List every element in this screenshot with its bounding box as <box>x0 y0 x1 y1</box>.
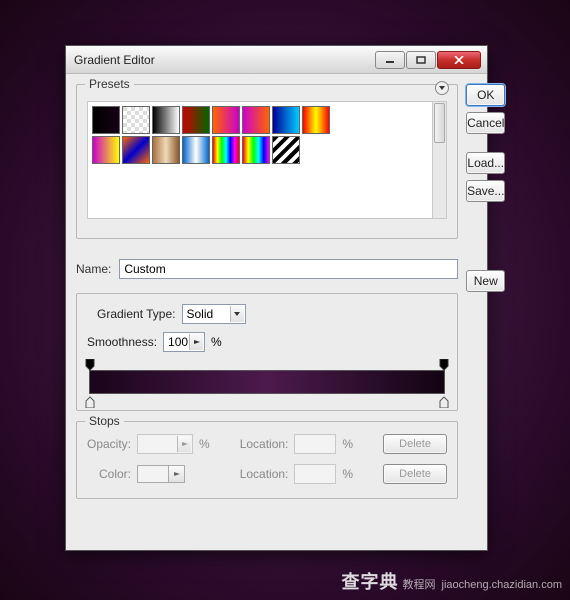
preset-swatch[interactable] <box>92 106 120 134</box>
preset-swatch[interactable] <box>92 136 120 164</box>
delete-opacity-stop-button[interactable]: Delete <box>383 434 447 454</box>
presets-menu-button[interactable] <box>435 81 449 95</box>
opacity-location-input[interactable] <box>294 434 336 454</box>
preset-swatch[interactable] <box>272 106 300 134</box>
preset-swatch[interactable] <box>302 106 330 134</box>
preset-swatch[interactable] <box>182 106 210 134</box>
close-button[interactable] <box>437 51 481 69</box>
preset-swatch[interactable] <box>182 136 210 164</box>
preset-swatch[interactable] <box>272 136 300 164</box>
presets-scrollbar[interactable] <box>433 101 447 219</box>
presets-grid <box>87 101 433 219</box>
preset-swatch[interactable] <box>212 106 240 134</box>
save-button[interactable]: Save... <box>466 180 505 202</box>
color-location-pct: % <box>342 467 353 481</box>
preset-swatch[interactable] <box>152 106 180 134</box>
opacity-stepper[interactable] <box>177 436 191 452</box>
color-row-label: Color: <box>99 467 131 481</box>
preset-swatch[interactable] <box>152 136 180 164</box>
gradient-editor-dialog: Gradient Editor Presets Name: <box>65 45 488 551</box>
name-input[interactable] <box>119 259 458 279</box>
presets-label: Presets <box>85 77 134 91</box>
titlebar[interactable]: Gradient Editor <box>66 46 487 74</box>
window-title: Gradient Editor <box>74 53 375 67</box>
opacity-pct: % <box>199 437 210 451</box>
opacity-stop-left[interactable] <box>84 359 96 371</box>
color-stop-right[interactable] <box>438 396 450 408</box>
gradient-bar[interactable] <box>89 370 445 394</box>
load-button[interactable]: Load... <box>466 152 505 174</box>
smoothness-stepper[interactable] <box>189 334 203 350</box>
smoothness-suffix: % <box>211 335 222 349</box>
maximize-button[interactable] <box>406 51 436 69</box>
opacity-location-pct: % <box>342 437 353 451</box>
opacity-stop-right[interactable] <box>438 359 450 371</box>
preset-swatch[interactable] <box>242 106 270 134</box>
cancel-button[interactable]: Cancel <box>466 112 505 134</box>
smoothness-label: Smoothness: <box>87 335 157 349</box>
new-button[interactable]: New <box>466 270 505 292</box>
name-label: Name: <box>76 262 111 276</box>
preset-swatch[interactable] <box>122 136 150 164</box>
watermark: 查字典 教程网 jiaocheng.chazidian.com <box>342 568 562 594</box>
color-stop-left[interactable] <box>84 396 96 408</box>
minimize-button[interactable] <box>375 51 405 69</box>
color-location-input[interactable] <box>294 464 336 484</box>
ok-button[interactable]: OK <box>466 84 505 106</box>
gradient-bar-area <box>87 360 447 408</box>
opacity-location-label: Location: <box>240 437 289 451</box>
color-location-label: Location: <box>240 467 289 481</box>
preset-swatch[interactable] <box>122 106 150 134</box>
preset-swatch[interactable] <box>212 136 240 164</box>
color-picker-arrow[interactable] <box>169 465 185 483</box>
preset-swatch[interactable] <box>242 136 270 164</box>
gradient-section: Gradient Type: Smoothness: % <box>76 293 458 411</box>
scrollbar-thumb[interactable] <box>434 103 445 143</box>
color-well[interactable] <box>137 465 193 483</box>
delete-color-stop-button[interactable]: Delete <box>383 464 447 484</box>
opacity-row-label: Opacity: <box>87 437 131 451</box>
color-swatch[interactable] <box>137 465 169 483</box>
chevron-down-icon[interactable] <box>230 306 244 322</box>
gradient-type-label: Gradient Type: <box>97 307 176 321</box>
stops-label: Stops <box>85 414 124 428</box>
presets-fieldset: Presets <box>76 84 458 239</box>
stops-fieldset: Stops Opacity: % Location: % Delete Colo… <box>76 421 458 499</box>
